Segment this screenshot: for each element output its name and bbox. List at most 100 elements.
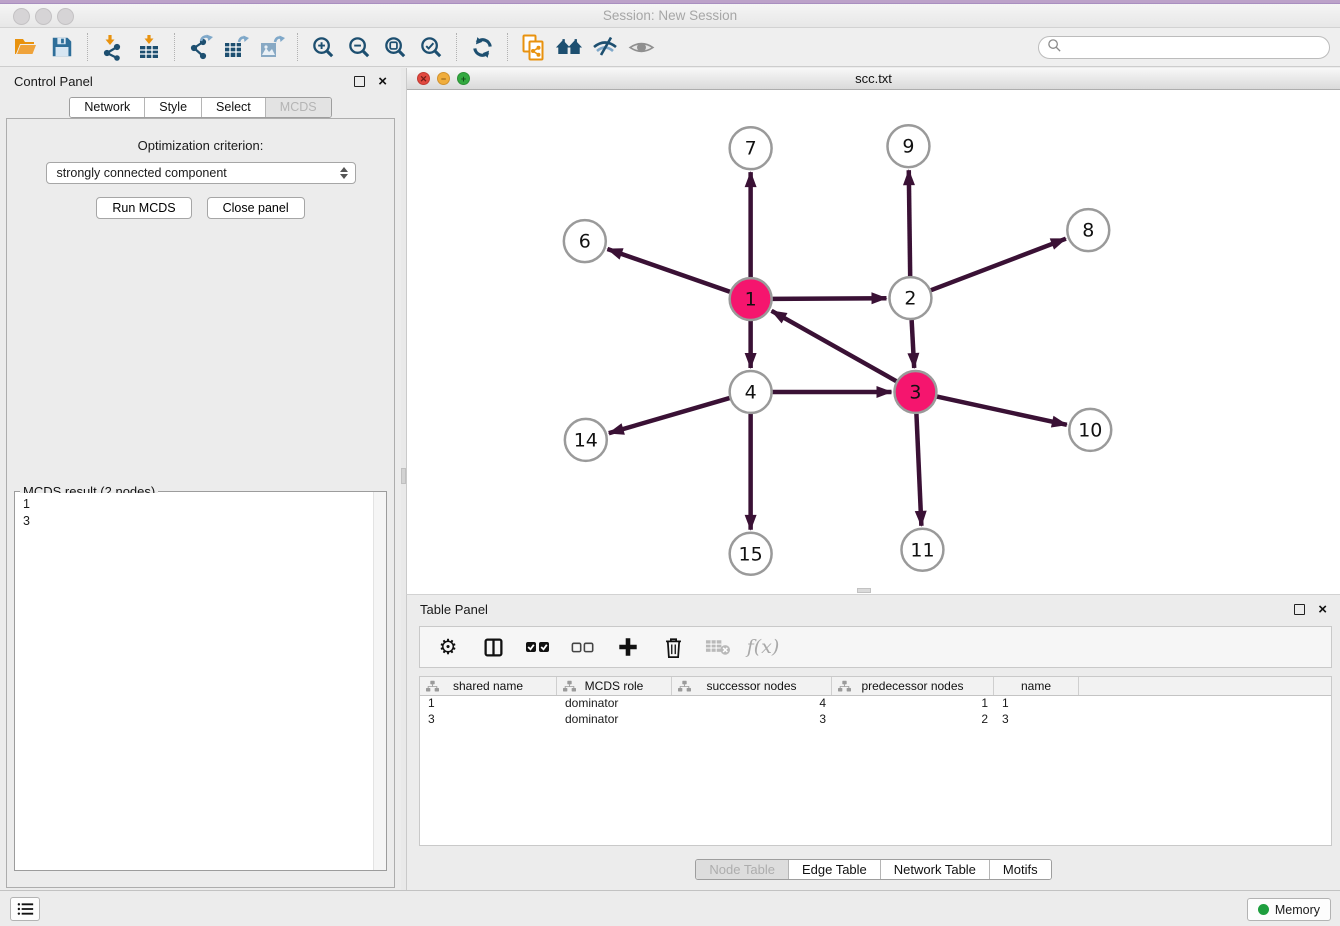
canvas-scroll-thumb[interactable] xyxy=(857,588,871,593)
table-panel-header: Table Panel × xyxy=(407,595,1340,623)
control-panel-tabs: Network Style Select MCDS xyxy=(0,97,401,118)
mcds-result-text[interactable]: 1 3 xyxy=(16,493,372,869)
float-panel-icon[interactable] xyxy=(354,76,365,87)
network-maximize-button[interactable]: + xyxy=(457,72,470,85)
home-layout-button[interactable] xyxy=(551,31,587,63)
mcds-panel-body: Optimization criterion: strongly connect… xyxy=(6,118,395,888)
network-canvas[interactable]: 7 9 6 8 1 2 4 3 14 10 15 11 xyxy=(407,90,1340,594)
save-session-button[interactable] xyxy=(44,31,80,63)
close-panel-button[interactable]: Close panel xyxy=(207,197,305,219)
tab-node-table[interactable]: Node Table xyxy=(696,860,789,879)
hide-panels-button[interactable] xyxy=(587,31,623,63)
tab-network[interactable]: Network xyxy=(70,98,145,117)
run-mcds-button[interactable]: Run MCDS xyxy=(96,197,191,219)
network-minimize-button[interactable]: − xyxy=(437,72,450,85)
network-edge xyxy=(909,170,910,276)
network-node[interactable]: 9 xyxy=(887,125,929,167)
network-node[interactable]: 11 xyxy=(901,529,943,571)
close-panel-icon[interactable]: × xyxy=(378,76,387,87)
column-header-mcds-role[interactable]: MCDS role xyxy=(557,677,672,695)
column-layout-button[interactable] xyxy=(480,633,506,661)
svg-text:10: 10 xyxy=(1078,419,1102,441)
select-all-button[interactable] xyxy=(525,633,551,661)
float-table-panel-icon[interactable] xyxy=(1294,604,1305,615)
refresh-button[interactable] xyxy=(464,31,500,63)
clone-network-button[interactable] xyxy=(515,31,551,63)
minimize-window-button[interactable] xyxy=(35,8,52,25)
column-label: successor nodes xyxy=(706,679,796,693)
svg-text:2: 2 xyxy=(904,288,916,310)
network-node[interactable]: 2 xyxy=(889,277,931,319)
task-list-button[interactable] xyxy=(10,897,40,921)
export-image-button[interactable] xyxy=(254,31,290,63)
checked-boxes-icon xyxy=(525,634,551,660)
close-table-panel-icon[interactable]: × xyxy=(1318,604,1327,615)
show-panels-button[interactable] xyxy=(623,31,659,63)
open-folder-icon xyxy=(13,34,39,60)
svg-text:9: 9 xyxy=(902,136,914,158)
open-session-button[interactable] xyxy=(8,31,44,63)
import-network-icon xyxy=(100,34,126,61)
tab-style[interactable]: Style xyxy=(145,98,202,117)
list-icon xyxy=(17,902,34,916)
network-edge xyxy=(931,239,1066,291)
network-node[interactable]: 1 xyxy=(730,278,772,320)
network-window-title: scc.txt xyxy=(407,68,1340,89)
network-node[interactable]: 14 xyxy=(565,419,607,461)
zoom-in-button[interactable] xyxy=(305,31,341,63)
zoom-window-button[interactable] xyxy=(57,8,74,25)
column-header-predecessor-nodes[interactable]: predecessor nodes xyxy=(832,677,994,695)
zoom-selected-button[interactable] xyxy=(413,31,449,63)
refresh-icon xyxy=(470,35,495,60)
eye-icon xyxy=(628,34,655,61)
cell-name: 1 xyxy=(994,696,1079,712)
tab-network-table[interactable]: Network Table xyxy=(881,860,990,879)
tab-motifs[interactable]: Motifs xyxy=(990,860,1051,879)
table-header-row: shared name MCDS role successor nodes xyxy=(420,677,1331,696)
deselect-all-button[interactable] xyxy=(570,633,596,661)
criterion-dropdown[interactable]: strongly connected component xyxy=(46,162,356,184)
control-panel: Control Panel × Network Style Select MCD… xyxy=(0,68,401,890)
network-close-button[interactable]: ✕ xyxy=(417,72,430,85)
import-table-icon xyxy=(136,34,162,60)
network-node[interactable]: 3 xyxy=(894,371,936,413)
add-column-button[interactable] xyxy=(615,633,641,661)
table-settings-button[interactable]: ⚙ xyxy=(435,633,461,661)
export-network-button[interactable] xyxy=(182,31,218,63)
toolbar-separator xyxy=(297,33,298,61)
import-network-button[interactable] xyxy=(95,31,131,63)
function-builder-button-disabled: f(x) xyxy=(750,633,776,661)
column-header-name[interactable]: name xyxy=(994,677,1079,695)
cell-mcds-role: dominator xyxy=(557,712,672,728)
table-row[interactable]: 3 dominator 3 2 3 xyxy=(420,712,1331,728)
network-node[interactable]: 15 xyxy=(730,533,772,575)
table-toolbar: ⚙ xyxy=(419,626,1332,668)
column-header-shared-name[interactable]: shared name xyxy=(420,677,557,695)
network-node[interactable]: 7 xyxy=(730,127,772,169)
result-scrollbar[interactable] xyxy=(373,492,386,870)
network-node[interactable]: 4 xyxy=(730,371,772,413)
table-row[interactable]: 1 dominator 4 1 1 xyxy=(420,696,1331,712)
tab-edge-table[interactable]: Edge Table xyxy=(789,860,881,879)
search-input[interactable] xyxy=(1062,39,1329,57)
node-table: shared name MCDS role successor nodes xyxy=(419,676,1332,846)
zoom-out-button[interactable] xyxy=(341,31,377,63)
network-edge xyxy=(773,298,887,299)
zoom-out-icon xyxy=(347,35,372,60)
search-box[interactable] xyxy=(1038,36,1330,59)
memory-button[interactable]: Memory xyxy=(1247,898,1331,921)
tab-mcds[interactable]: MCDS xyxy=(266,98,331,117)
column-header-successor-nodes[interactable]: successor nodes xyxy=(672,677,832,695)
export-table-button[interactable] xyxy=(218,31,254,63)
zoom-fit-button[interactable] xyxy=(377,31,413,63)
table-panel: Table Panel × ⚙ xyxy=(406,594,1340,890)
network-node[interactable]: 8 xyxy=(1067,209,1109,251)
network-node[interactable]: 6 xyxy=(564,220,606,262)
close-window-button[interactable] xyxy=(13,8,30,25)
memory-status-dot xyxy=(1258,904,1269,915)
tab-select[interactable]: Select xyxy=(202,98,266,117)
search-icon xyxy=(1047,38,1062,58)
import-table-button[interactable] xyxy=(131,31,167,63)
network-node[interactable]: 10 xyxy=(1069,409,1111,451)
delete-column-button[interactable] xyxy=(660,633,686,661)
